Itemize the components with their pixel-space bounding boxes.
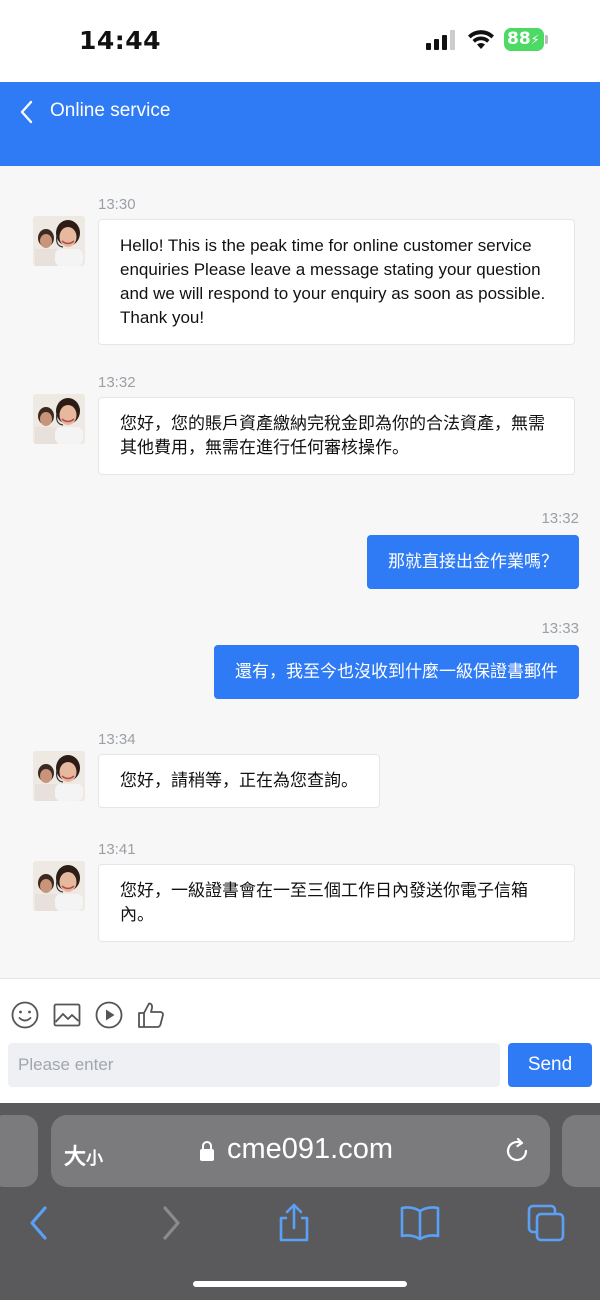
text-size-big: 大 <box>64 1145 87 1170</box>
status-bar: 14:44 88⚡ <box>0 0 600 82</box>
next-tab-preview[interactable] <box>562 1115 600 1187</box>
agent-avatar <box>33 216 85 266</box>
address-bar[interactable]: 大小 cme091.com <box>51 1115 550 1187</box>
status-time: 14:44 <box>79 26 162 55</box>
page-title: Online service <box>50 100 171 121</box>
chevron-left-icon[interactable] <box>16 98 40 126</box>
message-input[interactable] <box>8 1043 500 1087</box>
agent-avatar <box>33 751 85 801</box>
message-time: 13:34 <box>98 731 136 748</box>
share-icon[interactable] <box>274 1203 314 1243</box>
lock-icon <box>200 1141 214 1161</box>
tabs-icon[interactable] <box>526 1203 566 1243</box>
message-time: 13:41 <box>98 841 136 858</box>
wifi-icon <box>468 30 494 49</box>
battery-icon: 88⚡ <box>504 28 544 51</box>
avatar-image <box>33 861 85 911</box>
bookmarks-icon[interactable] <box>400 1203 440 1243</box>
text-size-button[interactable]: 大小 <box>64 1139 103 1171</box>
forward-icon[interactable] <box>150 1203 190 1243</box>
send-button[interactable]: Send <box>508 1043 592 1087</box>
message-toolbar: Send <box>0 978 600 1103</box>
previous-tab-preview[interactable] <box>0 1115 38 1187</box>
back-icon[interactable] <box>20 1203 60 1243</box>
avatar-image <box>33 216 85 266</box>
message-time: 13:33 <box>541 620 579 637</box>
text-size-small: 小 <box>86 1149 104 1169</box>
incoming-message: 您好，請稍等，正在為您查詢。 <box>98 754 380 808</box>
emoji-icon[interactable] <box>10 1000 40 1030</box>
app-header: Online service <box>0 82 600 166</box>
avatar-image <box>33 394 85 444</box>
video-icon[interactable] <box>94 1000 124 1030</box>
home-indicator[interactable] <box>193 1281 407 1287</box>
message-time: 13:30 <box>98 196 136 213</box>
signal-icon <box>426 30 456 50</box>
outgoing-message: 那就直接出金作業嗎？ <box>367 535 579 589</box>
chat-area[interactable]: 13:30 Hello! This is the peak time for o… <box>0 166 600 978</box>
thumbs-up-icon[interactable] <box>136 1000 166 1030</box>
reload-icon[interactable] <box>502 1136 532 1166</box>
agent-avatar <box>33 394 85 444</box>
url-text[interactable]: cme091.com <box>227 1133 393 1166</box>
avatar-image <box>33 751 85 801</box>
incoming-message: 您好，一級證書會在一至三個工作日內發送你電子信箱內。 <box>98 864 575 942</box>
agent-avatar <box>33 861 85 911</box>
image-icon[interactable] <box>52 1000 82 1030</box>
incoming-message: Hello! This is the peak time for online … <box>98 219 575 345</box>
battery-cap <box>545 35 548 44</box>
outgoing-message: 還有，我至今也沒收到什麼一級保證書郵件 <box>214 645 579 699</box>
battery-level: 88 <box>507 29 531 49</box>
browser-toolbar: 大小 cme091.com <box>0 1103 600 1300</box>
message-time: 13:32 <box>98 374 136 391</box>
message-time: 13:32 <box>541 510 579 527</box>
incoming-message: 您好，您的賬戶資產繳納完稅金即為你的合法資產，無需其他費用，無需在進行任何審核操… <box>98 397 575 475</box>
